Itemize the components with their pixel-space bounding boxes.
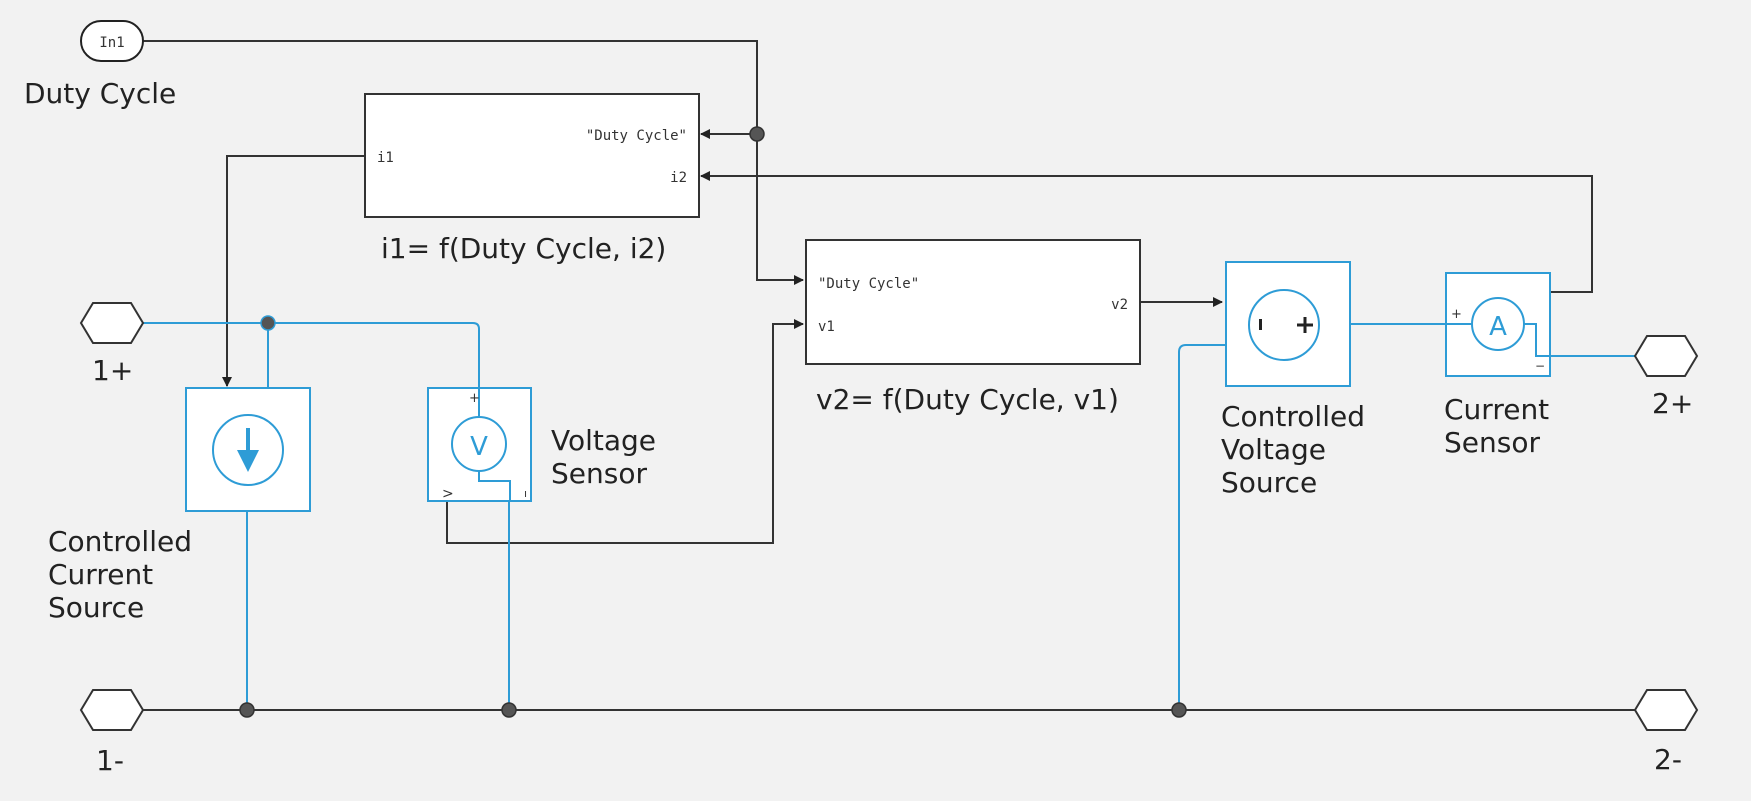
port-label-v2: v2 <box>1111 297 1128 313</box>
minus-terminal-label: ı <box>524 487 527 500</box>
inport-in1[interactable]: In1 <box>80 20 144 62</box>
port-label-1minus: 1- <box>96 744 124 777</box>
connection-port-2plus[interactable] <box>1633 335 1699 377</box>
wire-positive-rail[interactable] <box>143 322 480 388</box>
voltage-sensor-label: Voltage Sensor <box>551 424 657 490</box>
current-sensor-block[interactable]: A + − <box>1445 272 1551 377</box>
voltmeter-v-icon: V <box>470 432 488 462</box>
controlled-current-source-block[interactable] <box>185 387 311 512</box>
port-label-2minus: 2- <box>1654 743 1682 776</box>
junction-dot <box>501 702 517 718</box>
connection-port-1minus[interactable] <box>79 689 145 731</box>
port-label-i1: i1 <box>377 150 394 166</box>
controlled-voltage-source-block[interactable] <box>1225 261 1351 387</box>
port-label-1plus: 1+ <box>92 354 134 387</box>
junction-dot <box>749 126 765 142</box>
i1-block-caption: i1= f(Duty Cycle, i2) <box>381 232 667 265</box>
inport-label-duty-cycle: Duty Cycle <box>24 77 177 110</box>
plus-terminal-label: + <box>469 391 480 406</box>
port-label-duty-cycle: "Duty Cycle" <box>818 276 919 292</box>
plus-terminal-label: + <box>1451 307 1462 322</box>
connection-port-1plus[interactable] <box>79 302 145 344</box>
ammeter-a-icon: A <box>1489 312 1507 342</box>
v2-function-block[interactable]: "Duty Cycle" v1 v2 <box>805 239 1141 365</box>
wire-i1-output[interactable] <box>222 155 365 387</box>
port-label-i2: i2 <box>670 170 687 186</box>
port-label-2plus: 2+ <box>1652 387 1694 420</box>
inport-name: In1 <box>99 35 124 51</box>
output-port-marker: > <box>442 486 454 502</box>
controlled-voltage-source-label: Controlled Voltage Source <box>1221 400 1365 499</box>
wire-cvs-minus[interactable] <box>1178 344 1226 710</box>
v2-block-caption: v2= f(Duty Cycle, v1) <box>816 383 1119 416</box>
minus-terminal-label: − <box>1535 359 1545 373</box>
minus-terminal-icon <box>1259 319 1262 330</box>
connection-port-2minus[interactable] <box>1633 689 1699 731</box>
port-label-v1: v1 <box>818 319 835 335</box>
junction-dot <box>1171 702 1187 718</box>
controlled-current-source-label: Controlled Current Source <box>48 525 192 624</box>
junction-dot <box>260 315 276 331</box>
voltage-sensor-block[interactable]: V + ı > <box>427 387 532 502</box>
current-sensor-label: Current Sensor <box>1444 393 1550 459</box>
junction-dot <box>239 702 255 718</box>
i1-function-block[interactable]: i1 "Duty Cycle" i2 <box>364 93 700 218</box>
port-label-duty-cycle: "Duty Cycle" <box>586 128 687 144</box>
